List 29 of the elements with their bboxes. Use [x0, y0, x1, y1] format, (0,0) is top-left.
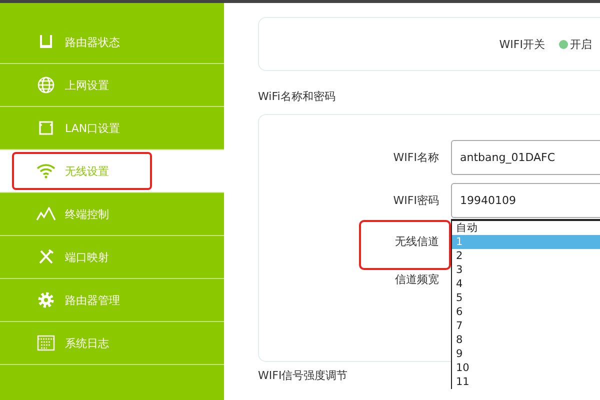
dropdown-option[interactable]: 6 — [452, 305, 600, 319]
wifi-switch-label: WIFI开关 — [499, 36, 545, 52]
section-title: WiFi名称和密码 — [258, 89, 336, 104]
section-title: WIFI信号强度调节 — [258, 368, 348, 383]
field-label: WIFI名称 — [392, 150, 440, 165]
field-label: 信道频宽 — [394, 272, 440, 286]
router-icon — [38, 34, 54, 50]
dropdown-option[interactable]: 5 — [452, 291, 600, 305]
switch-status[interactable]: 开启 — [559, 36, 592, 52]
field-label: WIFI密码 — [392, 193, 440, 208]
input-field[interactable]: 19940109 — [451, 183, 600, 218]
globe-icon — [37, 76, 55, 94]
dropdown-option[interactable]: 8 — [452, 333, 600, 347]
gear-icon — [37, 291, 55, 309]
dropdown-option[interactable]: 9 — [452, 347, 600, 361]
field-label: 无线信道 — [394, 234, 440, 248]
dropdown-option[interactable]: 2 — [452, 249, 600, 263]
tools-icon — [37, 248, 55, 266]
dropdown-option[interactable]: 7 — [452, 319, 600, 333]
dropdown-option[interactable]: 4 — [452, 277, 600, 291]
dropdown-option[interactable]: 11 — [452, 375, 600, 389]
line-graph-icon — [36, 207, 56, 221]
dropdown-option[interactable]: 10 — [452, 361, 600, 375]
dropdown-option[interactable]: 自动 — [452, 221, 600, 235]
dropdown-option[interactable]: 3 — [452, 263, 600, 277]
wifi-icon — [36, 163, 56, 179]
log-icon — [37, 335, 55, 351]
ethernet-port-icon — [38, 120, 54, 136]
input-field[interactable]: antbang_01DAFC — [451, 140, 600, 175]
